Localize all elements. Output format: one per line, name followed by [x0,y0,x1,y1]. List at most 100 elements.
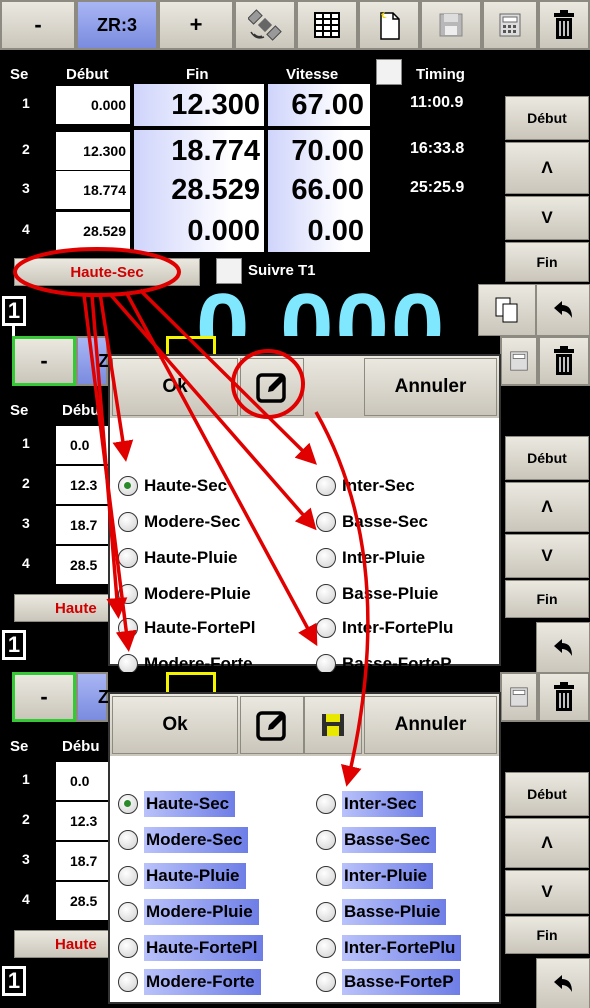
debut-cell[interactable]: 0.0 [56,762,108,800]
radio[interactable] [316,972,336,992]
debut-cell[interactable]: 28.529 [56,212,130,250]
profile-option[interactable]: Haute-Sec [118,788,236,820]
up-button[interactable]: Λ [505,482,589,532]
timing-checkbox[interactable] [376,59,402,85]
profile-option[interactable]: Haute-FortePl [118,932,264,964]
segment-row[interactable]: 2 12.300 18.774 70.00 16:33.8 [0,130,464,172]
option-label[interactable]: Inter-Pluie [342,863,434,889]
zoom-level-button[interactable]: Z [76,672,109,722]
debut-cell[interactable]: 12.3 [56,802,108,840]
segment-row[interactable]: 1 0.000 12.300 67.00 11:00.9 [0,84,463,126]
profile-option[interactable]: Inter-Sec [316,470,415,502]
radio[interactable] [118,654,138,672]
option-label[interactable]: Basse-Pluie [342,899,447,925]
profile-option[interactable]: Haute-Pluie [118,542,238,574]
profile-button[interactable]: Haute [14,594,110,622]
radio[interactable] [316,584,336,604]
cancel-button[interactable]: Annuler [364,696,497,754]
table-button[interactable] [296,0,358,50]
profile-option[interactable]: Inter-Sec [316,788,423,820]
radio[interactable] [118,902,138,922]
undo-button[interactable] [536,622,590,672]
edit-button[interactable] [240,358,304,416]
fin-cell[interactable]: 12.300 [134,84,264,126]
delete-button[interactable] [538,672,590,722]
down-button[interactable]: V [505,870,589,914]
profile-option[interactable]: Basse-Pluie [316,896,447,928]
down-button[interactable]: V [505,534,589,578]
radio[interactable] [118,938,138,958]
profile-option[interactable]: Modere-Pluie [118,896,259,928]
option-label[interactable]: Haute-Pluie [144,863,246,889]
profile-button[interactable]: Haute [14,930,110,958]
profile-option[interactable]: Modere-Pluie [118,578,251,610]
debut-button[interactable]: Début [505,772,589,816]
radio[interactable] [118,584,138,604]
vitesse-cell[interactable]: 67.00 [268,84,370,126]
edit-button[interactable] [240,696,304,754]
profile-option[interactable]: Basse-Sec [316,506,428,538]
option-label[interactable]: Modere-Forte [144,969,261,995]
radio[interactable] [118,830,138,850]
copy-button[interactable] [478,284,536,336]
zoom-plus-button[interactable]: + [158,0,234,50]
debut-cell[interactable]: 18.774 [56,171,130,209]
calculator-button[interactable] [500,336,538,386]
zoom-level-button[interactable]: Z [76,336,109,386]
radio-selected[interactable] [118,476,138,496]
profile-option[interactable]: Inter-FortePlu [316,612,453,644]
delete-button[interactable] [538,336,590,386]
debut-cell[interactable]: 0.0 [56,426,108,464]
ok-button[interactable]: Ok [112,696,238,754]
debut-cell[interactable]: 18.7 [56,842,108,880]
fin-button[interactable]: Fin [505,242,589,282]
radio[interactable] [316,866,336,886]
fin-cell[interactable]: 0.000 [134,210,264,252]
save-profile-button[interactable] [304,696,362,754]
zoom-minus-button[interactable]: - [12,336,76,386]
radio[interactable] [118,866,138,886]
segment-row[interactable]: 3 18.774 28.529 66.00 25:25.9 [0,169,464,211]
satellite-button[interactable] [234,0,296,50]
profile-option[interactable]: Basse-Pluie [316,578,438,610]
calculator-button[interactable] [482,0,538,50]
radio-selected[interactable] [118,794,138,814]
profile-option[interactable]: Haute-FortePl [118,612,255,644]
radio[interactable] [316,618,336,638]
profile-option[interactable]: Modere-Sec [118,824,249,856]
calculator-button[interactable] [500,672,538,722]
cancel-button[interactable]: Annuler [364,358,497,416]
segment-row[interactable]: 4 28.529 0.000 0.00 [0,210,370,252]
profile-option[interactable]: Inter-Pluie [316,542,425,574]
debut-cell[interactable]: 12.3 [56,466,108,504]
down-button[interactable]: V [505,196,589,240]
option-label[interactable]: Modere-Pluie [144,899,259,925]
radio[interactable] [316,476,336,496]
new-file-button[interactable] [358,0,420,50]
radio[interactable] [316,548,336,568]
profile-option[interactable]: Haute-Pluie [118,860,246,892]
zoom-minus-button[interactable]: - [12,672,76,722]
option-label[interactable]: Inter-FortePlu [342,935,462,961]
debut-cell[interactable]: 28.5 [56,882,108,920]
debut-cell[interactable]: 12.300 [56,132,130,170]
profile-option[interactable]: Haute-Sec [118,470,227,502]
option-label[interactable]: Basse-Sec [342,827,437,853]
delete-button[interactable] [538,0,590,50]
radio[interactable] [316,654,336,672]
ok-button[interactable]: Ok [112,358,238,416]
radio[interactable] [316,830,336,850]
profile-option[interactable]: Basse-ForteP [316,648,452,672]
profile-option[interactable]: Modere-Sec [118,506,240,538]
fin-button[interactable]: Fin [505,580,589,618]
radio[interactable] [316,902,336,922]
zoom-minus-button[interactable]: - [0,0,76,50]
radio[interactable] [316,938,336,958]
debut-button[interactable]: Début [505,436,589,480]
vitesse-cell[interactable]: 70.00 [268,130,370,172]
vitesse-cell[interactable]: 66.00 [268,169,370,211]
undo-button[interactable] [536,958,590,1008]
up-button[interactable]: Λ [505,818,589,868]
radio[interactable] [316,512,336,532]
option-label[interactable]: Basse-ForteP [342,969,460,995]
